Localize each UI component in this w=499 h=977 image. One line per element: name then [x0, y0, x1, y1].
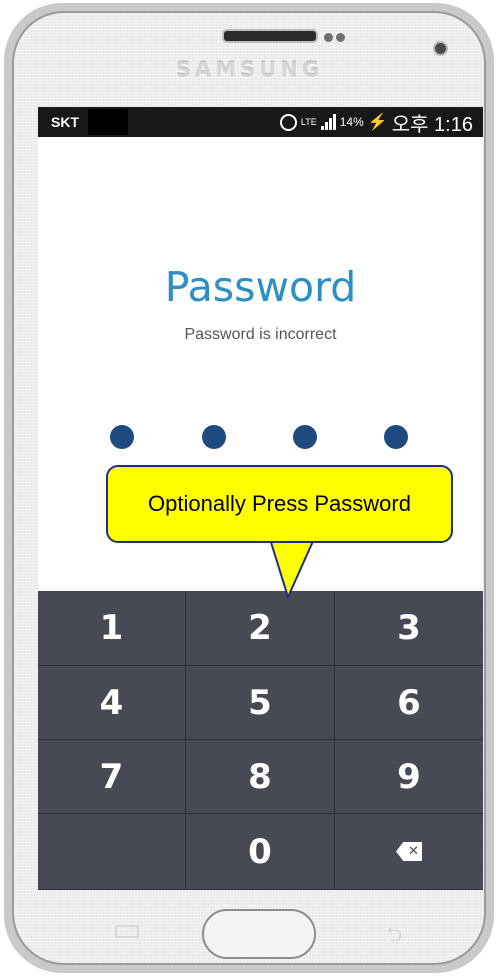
front-camera-icon: [433, 41, 448, 56]
key-6[interactable]: 6: [335, 666, 483, 740]
back-key-icon[interactable]: ⮌: [386, 920, 412, 946]
key-empty: [38, 814, 186, 890]
callout-text: Optionally Press Password: [148, 491, 411, 516]
light-sensor: [336, 33, 345, 42]
screen: SKT LTE 14% ⚡ 오후 1:16 Password Password …: [38, 107, 483, 890]
key-0[interactable]: 0: [186, 814, 335, 890]
brand-logo: SAMSUNG: [175, 58, 324, 82]
numeric-keypad: 1 2 3 4 5 6 7 8 9 0 ✕: [38, 591, 483, 890]
proximity-sensor: [324, 33, 333, 42]
key-9[interactable]: 9: [335, 740, 483, 814]
key-7[interactable]: 7: [38, 740, 186, 814]
earpiece-speaker: [222, 29, 318, 43]
key-5[interactable]: 5: [186, 666, 335, 740]
backspace-icon: ✕: [396, 842, 422, 861]
key-8[interactable]: 8: [186, 740, 335, 814]
backspace-button[interactable]: ✕: [335, 814, 483, 890]
key-4[interactable]: 4: [38, 666, 186, 740]
home-button[interactable]: [202, 909, 316, 959]
menu-key-icon[interactable]: [115, 925, 139, 938]
callout-bubble: Optionally Press Password: [106, 465, 453, 543]
